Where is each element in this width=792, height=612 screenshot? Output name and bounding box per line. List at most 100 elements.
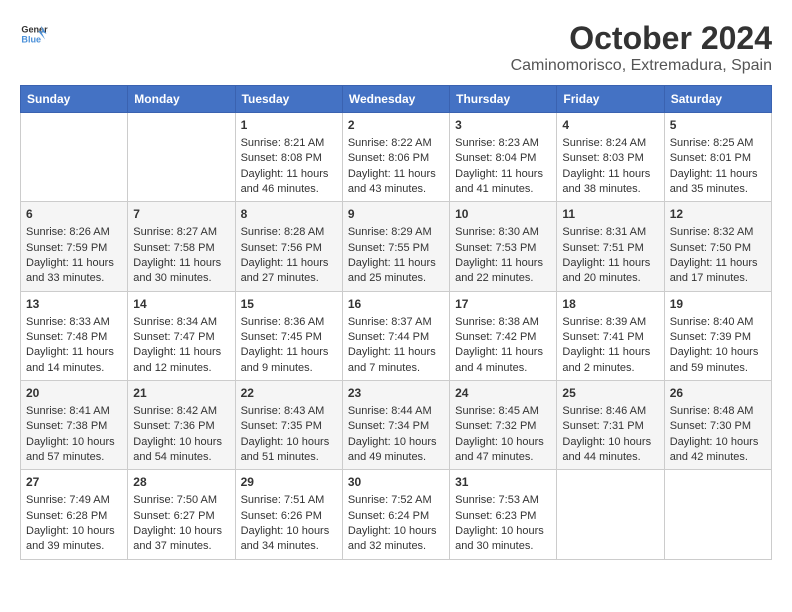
calendar-cell: 12 Sunrise: 8:32 AMSunset: 7:50 PMDayligh… <box>664 202 771 291</box>
sunrise-text: Sunrise: 8:43 AM <box>241 404 337 419</box>
sunrise-text: Sunrise: 8:42 AM <box>133 404 229 419</box>
calendar-cell: 23Sunrise: 8:44 AMSunset: 7:34 PMDayligh… <box>342 381 449 470</box>
calendar-cell: 6 Sunrise: 8:26 AMSunset: 7:59 PMDaylight… <box>21 202 128 291</box>
daylight-text: Daylight: 11 hours and 35 minutes. <box>670 167 766 198</box>
calendar-cell: 14Sunrise: 8:34 AMSunset: 7:47 PMDayligh… <box>128 291 235 380</box>
sunrise-text: Sunrise: 8:26 AM <box>26 225 122 240</box>
sunset-text: Sunset: 6:27 PM <box>133 509 229 524</box>
day-number: 6 <box>26 206 122 223</box>
sunset-text: Sunset: 7:36 PM <box>133 419 229 434</box>
sunrise-text: Sunrise: 7:52 AM <box>348 493 444 508</box>
calendar-cell: 18Sunrise: 8:39 AMSunset: 7:41 PMDayligh… <box>557 291 664 380</box>
sunset-text: Sunset: 8:08 PM <box>241 151 337 166</box>
page-header: General Blue October 2024 Caminomorisco,… <box>20 20 772 75</box>
sunset-text: Sunset: 7:56 PM <box>241 241 337 256</box>
sunset-text: Sunset: 7:32 PM <box>455 419 551 434</box>
day-number: 7 <box>133 206 229 223</box>
calendar-cell: 27Sunrise: 7:49 AMSunset: 6:28 PMDayligh… <box>21 470 128 559</box>
day-number: 17 <box>455 296 551 313</box>
calendar-cell: 16Sunrise: 8:37 AMSunset: 7:44 PMDayligh… <box>342 291 449 380</box>
daylight-text: Daylight: 11 hours and 12 minutes. <box>133 345 229 376</box>
week-row-5: 27Sunrise: 7:49 AMSunset: 6:28 PMDayligh… <box>21 470 772 559</box>
day-number: 28 <box>133 474 229 491</box>
day-number: 4 <box>562 117 658 134</box>
calendar-cell: 5Sunrise: 8:25 AMSunset: 8:01 PMDaylight… <box>664 113 771 202</box>
daylight-text: Daylight: 10 hours and 59 minutes. <box>670 345 766 376</box>
day-number: 9 <box>348 206 444 223</box>
sunset-text: Sunset: 7:34 PM <box>348 419 444 434</box>
sunrise-text: Sunrise: 8:21 AM <box>241 136 337 151</box>
daylight-text: Daylight: 11 hours and 7 minutes. <box>348 345 444 376</box>
day-number: 14 <box>133 296 229 313</box>
sunset-text: Sunset: 7:31 PM <box>562 419 658 434</box>
weekday-header-wednesday: Wednesday <box>342 86 449 113</box>
sunrise-text: Sunrise: 8:41 AM <box>26 404 122 419</box>
sunrise-text: Sunrise: 8:31 AM <box>562 225 658 240</box>
calendar-cell: 9Sunrise: 8:29 AMSunset: 7:55 PMDaylight… <box>342 202 449 291</box>
calendar-cell: 8Sunrise: 8:28 AMSunset: 7:56 PMDaylight… <box>235 202 342 291</box>
logo-icon: General Blue <box>20 20 48 48</box>
svg-text:Blue: Blue <box>21 34 41 44</box>
sunrise-text: Sunrise: 8:44 AM <box>348 404 444 419</box>
sunset-text: Sunset: 8:04 PM <box>455 151 551 166</box>
sunrise-text: Sunrise: 8:24 AM <box>562 136 658 151</box>
day-number: 15 <box>241 296 337 313</box>
sunset-text: Sunset: 7:39 PM <box>670 330 766 345</box>
weekday-header-tuesday: Tuesday <box>235 86 342 113</box>
sunset-text: Sunset: 7:44 PM <box>348 330 444 345</box>
sunset-text: Sunset: 7:48 PM <box>26 330 122 345</box>
sunrise-text: Sunrise: 8:45 AM <box>455 404 551 419</box>
sunset-text: Sunset: 7:59 PM <box>26 241 122 256</box>
calendar-cell: 31Sunrise: 7:53 AMSunset: 6:23 PMDayligh… <box>450 470 557 559</box>
sunrise-text: Sunrise: 8:46 AM <box>562 404 658 419</box>
day-number: 10 <box>455 206 551 223</box>
sunset-text: Sunset: 7:58 PM <box>133 241 229 256</box>
calendar-cell: 19Sunrise: 8:40 AMSunset: 7:39 PMDayligh… <box>664 291 771 380</box>
day-number: 19 <box>670 296 766 313</box>
daylight-text: Daylight: 10 hours and 34 minutes. <box>241 524 337 555</box>
daylight-text: Daylight: 11 hours and 2 minutes. <box>562 345 658 376</box>
daylight-text: Daylight: 11 hours and 25 minutes. <box>348 256 444 287</box>
sunrise-text: Sunrise: 8:39 AM <box>562 315 658 330</box>
svg-text:General: General <box>21 25 48 35</box>
daylight-text: Daylight: 10 hours and 32 minutes. <box>348 524 444 555</box>
day-number: 31 <box>455 474 551 491</box>
daylight-text: Daylight: 11 hours and 14 minutes. <box>26 345 122 376</box>
day-number: 29 <box>241 474 337 491</box>
page-title: October 2024 <box>511 20 772 57</box>
sunset-text: Sunset: 7:50 PM <box>670 241 766 256</box>
daylight-text: Daylight: 10 hours and 47 minutes. <box>455 435 551 466</box>
sunset-text: Sunset: 7:35 PM <box>241 419 337 434</box>
sunset-text: Sunset: 7:51 PM <box>562 241 658 256</box>
calendar-cell: 15Sunrise: 8:36 AMSunset: 7:45 PMDayligh… <box>235 291 342 380</box>
calendar-cell: 25Sunrise: 8:46 AMSunset: 7:31 PMDayligh… <box>557 381 664 470</box>
calendar-cell: 2Sunrise: 8:22 AMSunset: 8:06 PMDaylight… <box>342 113 449 202</box>
weekday-header-saturday: Saturday <box>664 86 771 113</box>
day-number: 22 <box>241 385 337 402</box>
sunrise-text: Sunrise: 8:27 AM <box>133 225 229 240</box>
calendar-cell <box>21 113 128 202</box>
week-row-3: 13Sunrise: 8:33 AMSunset: 7:48 PMDayligh… <box>21 291 772 380</box>
sunset-text: Sunset: 7:45 PM <box>241 330 337 345</box>
day-number: 30 <box>348 474 444 491</box>
daylight-text: Daylight: 11 hours and 33 minutes. <box>26 256 122 287</box>
sunrise-text: Sunrise: 8:29 AM <box>348 225 444 240</box>
sunrise-text: Sunrise: 8:28 AM <box>241 225 337 240</box>
daylight-text: Daylight: 10 hours and 49 minutes. <box>348 435 444 466</box>
sunset-text: Sunset: 8:01 PM <box>670 151 766 166</box>
day-number: 12 <box>670 206 766 223</box>
daylight-text: Daylight: 11 hours and 46 minutes. <box>241 167 337 198</box>
daylight-text: Daylight: 10 hours and 51 minutes. <box>241 435 337 466</box>
daylight-text: Daylight: 11 hours and 27 minutes. <box>241 256 337 287</box>
sunrise-text: Sunrise: 8:36 AM <box>241 315 337 330</box>
week-row-2: 6Sunrise: 8:26 AMSunset: 7:59 PMDaylight… <box>21 202 772 291</box>
sunrise-text: Sunrise: 8:34 AM <box>133 315 229 330</box>
day-number: 5 <box>670 117 766 134</box>
daylight-text: Daylight: 11 hours and 41 minutes. <box>455 167 551 198</box>
sunset-text: Sunset: 7:30 PM <box>670 419 766 434</box>
day-number: 24 <box>455 385 551 402</box>
daylight-text: Daylight: 11 hours and 17 minutes. <box>670 256 766 287</box>
day-number: 3 <box>455 117 551 134</box>
daylight-text: Daylight: 10 hours and 44 minutes. <box>562 435 658 466</box>
sunrise-text: Sunrise: 8:32 AM <box>670 225 766 240</box>
